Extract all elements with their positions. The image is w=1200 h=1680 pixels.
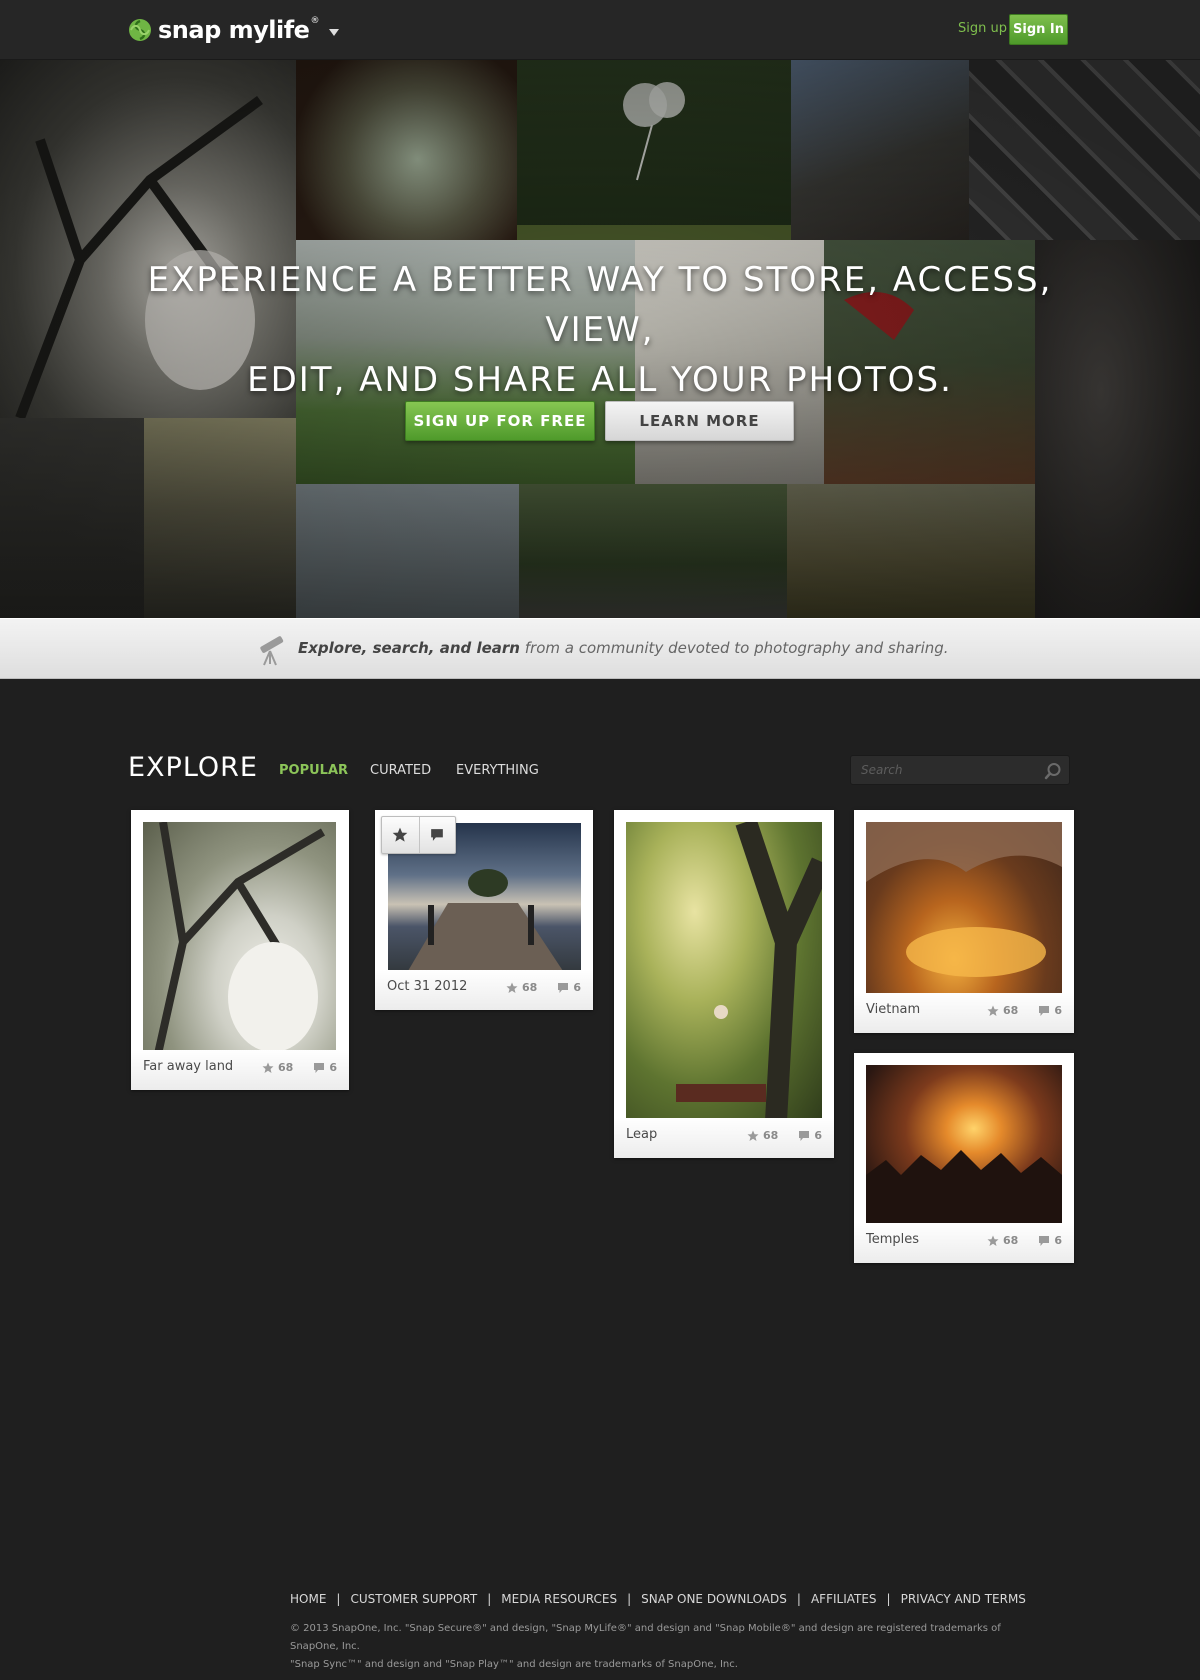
card-footer: Far away land 68 6 bbox=[131, 1050, 349, 1090]
card-action-toolbar bbox=[381, 816, 456, 854]
favorite-button[interactable] bbox=[382, 817, 419, 853]
comment-icon[interactable] bbox=[313, 1062, 325, 1074]
card-stats: 68 6 bbox=[747, 1129, 822, 1142]
hero-collage: EXPERIENCE A BETTER WAY TO STORE, ACCESS… bbox=[0, 60, 1200, 618]
card-footer: Oct 31 2012 68 6 bbox=[375, 970, 593, 1010]
likes-count: 68 bbox=[1003, 1234, 1019, 1247]
comment-icon[interactable] bbox=[798, 1130, 810, 1142]
search-box bbox=[850, 755, 1070, 785]
card-photo-temples[interactable] bbox=[866, 1065, 1062, 1224]
star-icon bbox=[392, 827, 408, 842]
star-icon[interactable] bbox=[747, 1130, 759, 1142]
legal-line-2: "Snap Sync™" and design and "Snap Play™"… bbox=[290, 1659, 738, 1670]
footer-separator: | bbox=[796, 1592, 801, 1606]
comments-count: 6 bbox=[573, 981, 581, 994]
comments-count: 6 bbox=[814, 1129, 822, 1142]
star-icon[interactable] bbox=[262, 1062, 274, 1074]
hero-headline-line-1: EXPERIENCE A BETTER WAY TO STORE, ACCESS… bbox=[147, 260, 1053, 350]
comment-button[interactable] bbox=[418, 817, 456, 853]
card-footer: Vietnam 68 6 bbox=[854, 993, 1074, 1033]
tab-everything[interactable]: EVERYTHING bbox=[456, 763, 539, 778]
footer-separator: | bbox=[487, 1592, 492, 1606]
star-icon[interactable] bbox=[987, 1235, 999, 1247]
card-stats: 68 6 bbox=[987, 1004, 1062, 1017]
card-title: Leap bbox=[626, 1127, 658, 1142]
card-title: Far away land bbox=[143, 1059, 234, 1074]
legal-line-1: © 2013 SnapOne, Inc. "Snap Secure®" and … bbox=[290, 1623, 1001, 1652]
card-title: Oct 31 2012 bbox=[387, 979, 468, 994]
comment-icon bbox=[431, 829, 444, 841]
telescope-icon bbox=[260, 636, 284, 666]
footer-link-affiliates[interactable]: AFFILIATES bbox=[811, 1592, 877, 1606]
footer-link-customer-support[interactable]: CUSTOMER SUPPORT bbox=[350, 1592, 477, 1606]
card-stats: 68 6 bbox=[262, 1061, 337, 1074]
photo-card[interactable]: Leap 68 6 bbox=[614, 810, 834, 1158]
card-footer: Temples 68 6 bbox=[854, 1223, 1074, 1263]
top-navigation-bar: snap mylife ® Sign up Sign In bbox=[0, 0, 1200, 60]
likes-count: 68 bbox=[522, 981, 538, 994]
likes-count: 68 bbox=[278, 1061, 294, 1074]
comments-count: 6 bbox=[1054, 1234, 1062, 1247]
tagline-rest: from a community devoted to photography … bbox=[524, 639, 949, 657]
star-icon[interactable] bbox=[506, 982, 518, 994]
card-photo-leap[interactable] bbox=[626, 822, 822, 1121]
footer-separator: | bbox=[336, 1592, 341, 1606]
comment-icon[interactable] bbox=[557, 982, 569, 994]
star-icon[interactable] bbox=[987, 1005, 999, 1017]
footer-link-home[interactable]: HOME bbox=[290, 1592, 326, 1606]
snap-mylife-logo-icon bbox=[129, 19, 151, 41]
card-stats: 68 6 bbox=[987, 1234, 1062, 1247]
tagline-bold: Explore, search, and learn bbox=[298, 639, 520, 657]
tagline-text: Explore, search, and learn from a commun… bbox=[298, 639, 949, 657]
footer-separator: | bbox=[627, 1592, 632, 1606]
comment-icon[interactable] bbox=[1038, 1005, 1050, 1017]
photo-card[interactable]: Oct 31 2012 68 6 bbox=[375, 810, 593, 1010]
comments-count: 6 bbox=[329, 1061, 337, 1074]
logo-text: snap mylife bbox=[158, 16, 310, 44]
footer-legal-text: © 2013 SnapOne, Inc. "Snap Secure®" and … bbox=[290, 1620, 1050, 1674]
sign-up-for-free-button[interactable]: SIGN UP FOR FREE bbox=[405, 401, 595, 441]
signin-button[interactable]: Sign In bbox=[1009, 14, 1068, 45]
comment-icon[interactable] bbox=[1038, 1235, 1050, 1247]
card-title: Temples bbox=[866, 1232, 920, 1247]
footer-link-snap-one-downloads[interactable]: SNAP ONE DOWNLOADS bbox=[641, 1592, 787, 1606]
hero-headline-line-2: EDIT, AND SHARE ALL YOUR PHOTOS. bbox=[247, 360, 953, 400]
footer-link-privacy-and-terms[interactable]: PRIVACY AND TERMS bbox=[901, 1592, 1026, 1606]
card-title: Vietnam bbox=[866, 1002, 921, 1017]
photo-card[interactable]: Vietnam 68 6 bbox=[854, 810, 1074, 1033]
photo-card[interactable]: Far away land 68 6 bbox=[131, 810, 349, 1090]
photo-card[interactable]: Temples 68 6 bbox=[854, 1053, 1074, 1263]
footer-links: HOME | CUSTOMER SUPPORT | MEDIA RESOURCE… bbox=[290, 1592, 1026, 1606]
logo-registered-mark: ® bbox=[310, 16, 320, 26]
comments-count: 6 bbox=[1054, 1004, 1062, 1017]
tab-curated[interactable]: CURATED bbox=[370, 763, 431, 778]
tab-popular[interactable]: POPULAR bbox=[279, 763, 348, 778]
learn-more-button[interactable]: LEARN MORE bbox=[605, 401, 794, 441]
explore-heading: EXPLORE bbox=[128, 752, 258, 783]
card-stats: 68 6 bbox=[506, 981, 581, 994]
likes-count: 68 bbox=[763, 1129, 779, 1142]
search-input[interactable] bbox=[861, 756, 1031, 784]
card-footer: Leap 68 6 bbox=[614, 1118, 834, 1158]
hero-headline: EXPERIENCE A BETTER WAY TO STORE, ACCESS… bbox=[100, 255, 1100, 405]
footer-link-media-resources[interactable]: MEDIA RESOURCES bbox=[501, 1592, 617, 1606]
card-photo-far-away-land[interactable] bbox=[143, 822, 336, 1054]
footer-separator: | bbox=[886, 1592, 891, 1606]
card-photo-vietnam[interactable] bbox=[866, 822, 1062, 993]
logo-dropdown-caret-icon[interactable] bbox=[329, 28, 340, 36]
likes-count: 68 bbox=[1003, 1004, 1019, 1017]
tagline-strip: Explore, search, and learn from a commun… bbox=[0, 618, 1200, 679]
search-icon[interactable] bbox=[1044, 762, 1062, 780]
logo[interactable]: snap mylife ® bbox=[128, 14, 340, 46]
signup-link[interactable]: Sign up bbox=[958, 21, 1007, 36]
